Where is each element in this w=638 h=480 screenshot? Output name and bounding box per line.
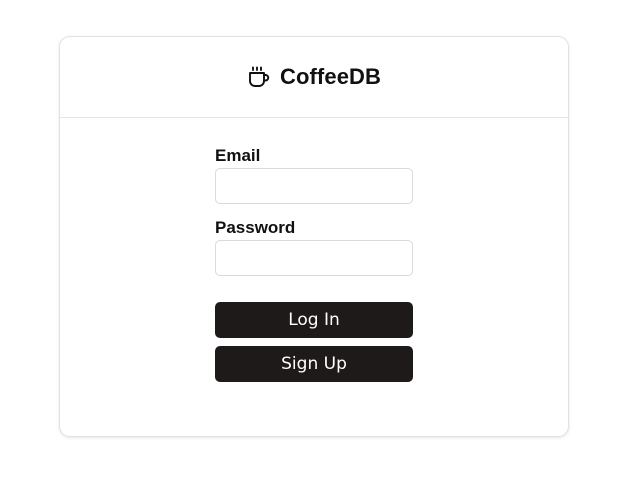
- login-button[interactable]: Log In: [215, 302, 413, 338]
- email-field[interactable]: [215, 168, 413, 204]
- signup-button[interactable]: Sign Up: [215, 346, 413, 382]
- app-title: CoffeeDB: [279, 64, 382, 89]
- password-label: Password: [215, 218, 296, 237]
- coffee-cup-icon: [249, 66, 270, 87]
- email-label: Email: [215, 146, 261, 165]
- login-card: CoffeeDB Email Password Log In Sign Up: [59, 36, 569, 437]
- login-form: Email Password Log In Sign Up: [215, 146, 413, 382]
- card-header: CoffeeDB: [60, 37, 568, 118]
- password-field[interactable]: [215, 240, 413, 276]
